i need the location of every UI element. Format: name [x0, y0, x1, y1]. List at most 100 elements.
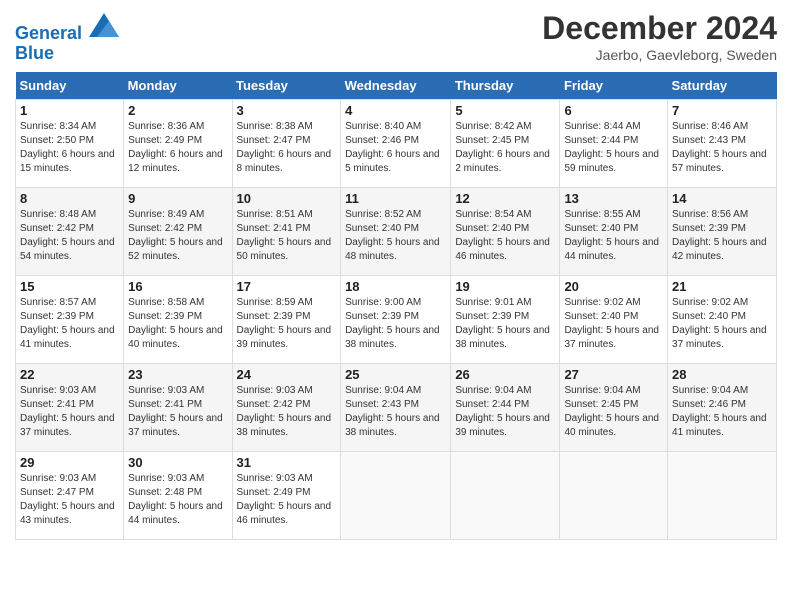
day-number: 20 [564, 279, 663, 294]
day-info: Sunrise: 8:52 AM Sunset: 2:40 PM Dayligh… [345, 208, 446, 264]
calendar-cell [668, 451, 777, 539]
calendar-cell: 25 Sunrise: 9:04 AM Sunset: 2:43 PM Dayl… [341, 363, 451, 451]
col-wednesday: Wednesday [341, 72, 451, 100]
day-info: Sunrise: 8:38 AM Sunset: 2:47 PM Dayligh… [237, 120, 337, 176]
day-info: Sunrise: 9:04 AM Sunset: 2:44 PM Dayligh… [455, 384, 555, 440]
day-number: 26 [455, 367, 555, 382]
calendar-cell: 11 Sunrise: 8:52 AM Sunset: 2:40 PM Dayl… [341, 187, 451, 275]
day-number: 6 [564, 103, 663, 118]
col-monday: Monday [124, 72, 232, 100]
day-info: Sunrise: 9:03 AM Sunset: 2:42 PM Dayligh… [237, 384, 337, 440]
col-tuesday: Tuesday [232, 72, 341, 100]
col-friday: Friday [560, 72, 668, 100]
calendar-cell: 20 Sunrise: 9:02 AM Sunset: 2:40 PM Dayl… [560, 275, 668, 363]
calendar-cell: 13 Sunrise: 8:55 AM Sunset: 2:40 PM Dayl… [560, 187, 668, 275]
calendar-cell: 1 Sunrise: 8:34 AM Sunset: 2:50 PM Dayli… [16, 99, 124, 187]
header-area: General Blue December 2024 Jaerbo, Gaevl… [15, 10, 777, 64]
calendar-cell: 7 Sunrise: 8:46 AM Sunset: 2:43 PM Dayli… [668, 99, 777, 187]
month-title: December 2024 [542, 10, 777, 47]
day-info: Sunrise: 9:02 AM Sunset: 2:40 PM Dayligh… [564, 296, 663, 352]
calendar-cell: 6 Sunrise: 8:44 AM Sunset: 2:44 PM Dayli… [560, 99, 668, 187]
col-sunday: Sunday [16, 72, 124, 100]
title-area: December 2024 Jaerbo, Gaevleborg, Sweden [542, 10, 777, 63]
logo: General Blue [15, 15, 119, 64]
day-number: 17 [237, 279, 337, 294]
day-info: Sunrise: 9:04 AM Sunset: 2:45 PM Dayligh… [564, 384, 663, 440]
calendar-week-3: 15 Sunrise: 8:57 AM Sunset: 2:39 PM Dayl… [16, 275, 777, 363]
calendar-week-2: 8 Sunrise: 8:48 AM Sunset: 2:42 PM Dayli… [16, 187, 777, 275]
calendar-cell: 29 Sunrise: 9:03 AM Sunset: 2:47 PM Dayl… [16, 451, 124, 539]
calendar-cell: 12 Sunrise: 8:54 AM Sunset: 2:40 PM Dayl… [451, 187, 560, 275]
calendar-cell [341, 451, 451, 539]
calendar-cell: 15 Sunrise: 8:57 AM Sunset: 2:39 PM Dayl… [16, 275, 124, 363]
day-info: Sunrise: 8:54 AM Sunset: 2:40 PM Dayligh… [455, 208, 555, 264]
calendar-cell: 23 Sunrise: 9:03 AM Sunset: 2:41 PM Dayl… [124, 363, 232, 451]
day-info: Sunrise: 8:48 AM Sunset: 2:42 PM Dayligh… [20, 208, 119, 264]
calendar-cell [451, 451, 560, 539]
day-info: Sunrise: 9:04 AM Sunset: 2:43 PM Dayligh… [345, 384, 446, 440]
day-number: 24 [237, 367, 337, 382]
header-row: Sunday Monday Tuesday Wednesday Thursday… [16, 72, 777, 100]
main-container: General Blue December 2024 Jaerbo, Gaevl… [0, 0, 792, 550]
calendar-cell: 30 Sunrise: 9:03 AM Sunset: 2:48 PM Dayl… [124, 451, 232, 539]
calendar-cell: 17 Sunrise: 8:59 AM Sunset: 2:39 PM Dayl… [232, 275, 341, 363]
calendar-cell: 2 Sunrise: 8:36 AM Sunset: 2:49 PM Dayli… [124, 99, 232, 187]
day-number: 2 [128, 103, 227, 118]
day-info: Sunrise: 9:03 AM Sunset: 2:41 PM Dayligh… [20, 384, 119, 440]
day-info: Sunrise: 8:56 AM Sunset: 2:39 PM Dayligh… [672, 208, 772, 264]
day-number: 22 [20, 367, 119, 382]
day-info: Sunrise: 9:03 AM Sunset: 2:41 PM Dayligh… [128, 384, 227, 440]
day-info: Sunrise: 8:58 AM Sunset: 2:39 PM Dayligh… [128, 296, 227, 352]
day-info: Sunrise: 8:36 AM Sunset: 2:49 PM Dayligh… [128, 120, 227, 176]
calendar-cell: 28 Sunrise: 9:04 AM Sunset: 2:46 PM Dayl… [668, 363, 777, 451]
day-number: 9 [128, 191, 227, 206]
col-thursday: Thursday [451, 72, 560, 100]
day-number: 4 [345, 103, 446, 118]
day-info: Sunrise: 8:49 AM Sunset: 2:42 PM Dayligh… [128, 208, 227, 264]
day-info: Sunrise: 9:01 AM Sunset: 2:39 PM Dayligh… [455, 296, 555, 352]
day-info: Sunrise: 8:55 AM Sunset: 2:40 PM Dayligh… [564, 208, 663, 264]
day-number: 25 [345, 367, 446, 382]
calendar-cell: 26 Sunrise: 9:04 AM Sunset: 2:44 PM Dayl… [451, 363, 560, 451]
day-number: 8 [20, 191, 119, 206]
col-saturday: Saturday [668, 72, 777, 100]
day-info: Sunrise: 9:03 AM Sunset: 2:47 PM Dayligh… [20, 472, 119, 528]
day-info: Sunrise: 9:03 AM Sunset: 2:48 PM Dayligh… [128, 472, 227, 528]
calendar-week-1: 1 Sunrise: 8:34 AM Sunset: 2:50 PM Dayli… [16, 99, 777, 187]
day-info: Sunrise: 8:57 AM Sunset: 2:39 PM Dayligh… [20, 296, 119, 352]
calendar-cell: 22 Sunrise: 9:03 AM Sunset: 2:41 PM Dayl… [16, 363, 124, 451]
day-number: 1 [20, 103, 119, 118]
day-number: 18 [345, 279, 446, 294]
calendar-cell: 21 Sunrise: 9:02 AM Sunset: 2:40 PM Dayl… [668, 275, 777, 363]
day-number: 27 [564, 367, 663, 382]
calendar-cell: 14 Sunrise: 8:56 AM Sunset: 2:39 PM Dayl… [668, 187, 777, 275]
day-number: 11 [345, 191, 446, 206]
day-number: 5 [455, 103, 555, 118]
calendar-week-4: 22 Sunrise: 9:03 AM Sunset: 2:41 PM Dayl… [16, 363, 777, 451]
day-info: Sunrise: 8:40 AM Sunset: 2:46 PM Dayligh… [345, 120, 446, 176]
calendar-cell: 16 Sunrise: 8:58 AM Sunset: 2:39 PM Dayl… [124, 275, 232, 363]
day-number: 29 [20, 455, 119, 470]
day-number: 23 [128, 367, 227, 382]
calendar-week-5: 29 Sunrise: 9:03 AM Sunset: 2:47 PM Dayl… [16, 451, 777, 539]
calendar-cell: 18 Sunrise: 9:00 AM Sunset: 2:39 PM Dayl… [341, 275, 451, 363]
calendar-cell: 10 Sunrise: 8:51 AM Sunset: 2:41 PM Dayl… [232, 187, 341, 275]
day-number: 15 [20, 279, 119, 294]
day-number: 3 [237, 103, 337, 118]
calendar-cell: 5 Sunrise: 8:42 AM Sunset: 2:45 PM Dayli… [451, 99, 560, 187]
calendar-cell: 31 Sunrise: 9:03 AM Sunset: 2:49 PM Dayl… [232, 451, 341, 539]
day-info: Sunrise: 9:00 AM Sunset: 2:39 PM Dayligh… [345, 296, 446, 352]
day-info: Sunrise: 8:59 AM Sunset: 2:39 PM Dayligh… [237, 296, 337, 352]
day-info: Sunrise: 8:51 AM Sunset: 2:41 PM Dayligh… [237, 208, 337, 264]
calendar-cell: 19 Sunrise: 9:01 AM Sunset: 2:39 PM Dayl… [451, 275, 560, 363]
calendar-table: Sunday Monday Tuesday Wednesday Thursday… [15, 72, 777, 540]
day-number: 21 [672, 279, 772, 294]
logo-general: General [15, 23, 82, 43]
calendar-cell: 4 Sunrise: 8:40 AM Sunset: 2:46 PM Dayli… [341, 99, 451, 187]
day-info: Sunrise: 8:42 AM Sunset: 2:45 PM Dayligh… [455, 120, 555, 176]
day-number: 31 [237, 455, 337, 470]
location: Jaerbo, Gaevleborg, Sweden [542, 47, 777, 63]
day-number: 19 [455, 279, 555, 294]
logo-icon [89, 13, 119, 37]
logo-text: General Blue [15, 15, 119, 64]
